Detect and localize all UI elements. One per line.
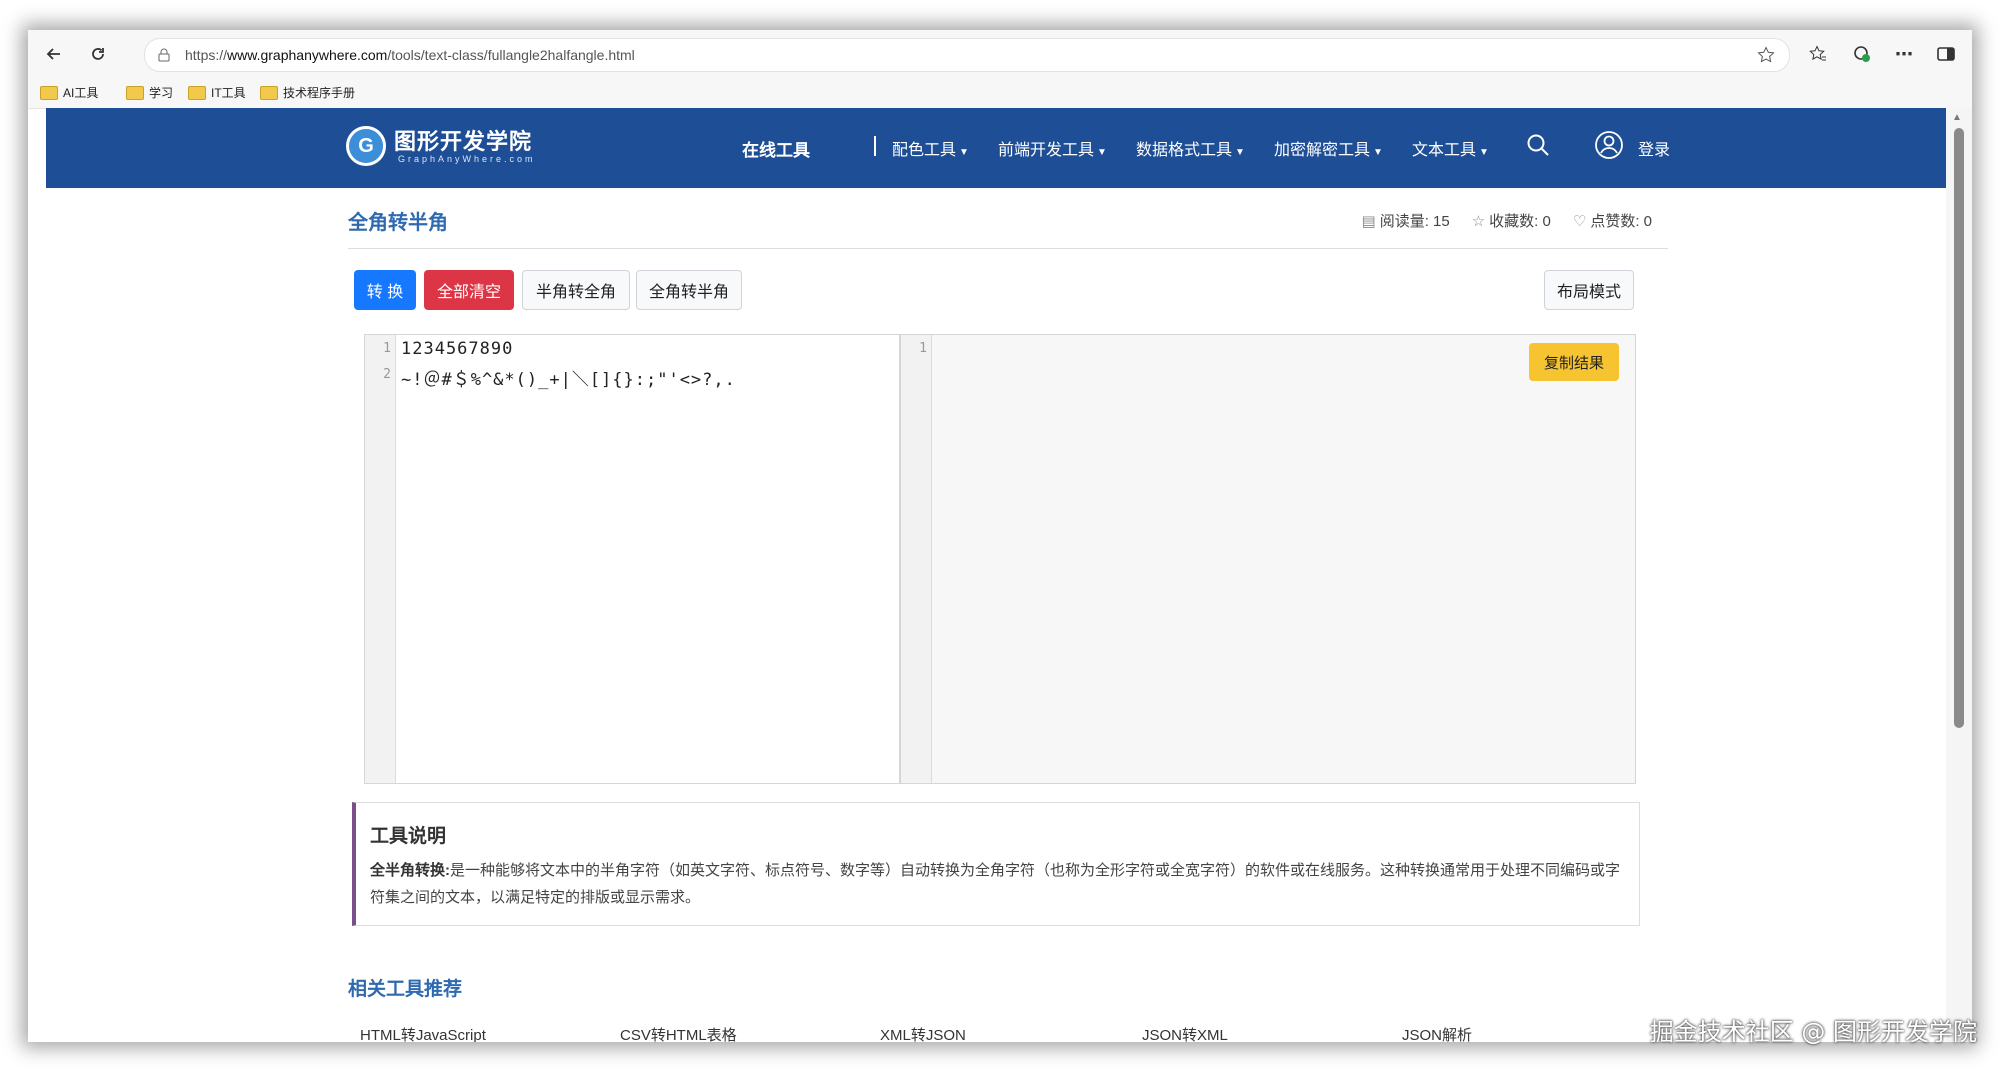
page-stats: ▤ 阅读量: 15 ☆ 收藏数: 0 ♡ 点赞数: 0 (1362, 210, 1653, 231)
description-title: 工具说明 (370, 826, 447, 847)
folder-icon (260, 85, 278, 100)
search-icon[interactable] (1526, 133, 1550, 157)
related-tool-link[interactable]: CSV转HTML表格 (620, 1024, 737, 1042)
page-title: 全角转半角 (348, 212, 448, 234)
scrollbar-thumb[interactable] (1954, 128, 1964, 728)
caret-down-icon: ▼ (959, 147, 969, 158)
layout-mode-button[interactable]: 布局模式 (1544, 270, 1634, 310)
line-number: 2 (383, 367, 391, 382)
clear-all-button[interactable]: 全部清空 (424, 270, 514, 310)
read-count: ▤ 阅读量: 15 (1361, 213, 1450, 230)
menu-dataformat-tools[interactable]: 数据格式工具 ▼ (1136, 136, 1245, 160)
extension-icon[interactable] (1848, 40, 1876, 68)
site-header: G 图形开发学院 GraphAnyWhere.com 在线工具 配色工具 ▼ 前端… (46, 108, 1946, 188)
like-count[interactable]: ♡ 点赞数: 0 (1573, 210, 1652, 231)
lock-icon (158, 48, 170, 62)
line-number-gutter: 1 (901, 335, 932, 783)
related-tool-link[interactable]: JSON解析 (1402, 1024, 1472, 1042)
login-link[interactable]: 登录 (1638, 136, 1670, 160)
line-number: 1 (919, 341, 927, 356)
bookmark-it-tools[interactable]: IT工具 (188, 84, 246, 101)
logo-icon[interactable]: G (346, 126, 386, 166)
related-tool-link[interactable]: JSON转XML (1142, 1024, 1228, 1042)
menu-color-tools[interactable]: 配色工具 ▼ (892, 136, 969, 160)
folder-icon (126, 85, 144, 100)
related-tools-title: 相关工具推荐 (348, 979, 463, 1000)
menu-crypto-tools[interactable]: 加密解密工具 ▼ (1274, 136, 1383, 160)
menu-text-tools[interactable]: 文本工具 ▼ (1412, 136, 1489, 160)
user-icon[interactable] (1594, 130, 1624, 160)
more-icon[interactable]: ⋯ (1890, 40, 1918, 68)
caret-down-icon: ▼ (1097, 147, 1107, 158)
star-outline-icon: ☆ (1471, 213, 1486, 230)
scroll-up-icon[interactable]: ▲ (1952, 112, 1962, 123)
watermark: 掘金技术社区 @ 图形开发学院 (1649, 1018, 1977, 1046)
caret-down-icon: ▼ (1373, 147, 1383, 158)
line-number-gutter: 1 2 (365, 335, 396, 783)
browser-window: https://www.graphanywhere.com/tools/text… (28, 30, 1972, 1042)
book-icon: ▤ (1361, 213, 1376, 230)
page-scrollbar[interactable]: ▲ (1946, 108, 1972, 1042)
related-tool-link[interactable]: XML转JSON (880, 1024, 966, 1042)
caret-down-icon: ▼ (1479, 147, 1489, 158)
description-body: 全半角转换:是一种能够将文本中的半角字符（如英文字符、标点符号、数字等）自动转换… (370, 862, 1621, 906)
copy-result-button[interactable]: 复制结果 (1529, 343, 1619, 381)
convert-button[interactable]: 转 换 (354, 270, 416, 310)
input-editor[interactable]: 1 2 1234567890 ~!＠#＄%^&*()_+|＼[]{}:;"'<>… (364, 334, 900, 784)
full-to-half-button[interactable]: 全角转半角 (636, 270, 742, 310)
heart-icon: ♡ (1572, 213, 1587, 230)
line-number: 1 (383, 341, 391, 356)
folder-icon (188, 85, 206, 100)
sidebar-icon[interactable] (1932, 40, 1960, 68)
back-icon[interactable] (40, 40, 68, 68)
star-icon[interactable] (1757, 46, 1775, 64)
logo-subtitle: GraphAnyWhere.com (398, 154, 536, 164)
editor-line: ~!＠#＄%^&*()_+|＼[]{}:;"'<>?,. (401, 370, 736, 390)
reload-icon[interactable] (84, 40, 112, 68)
editor-line: 1234567890 (401, 339, 514, 359)
tool-description: 工具说明 全半角转换:是一种能够将文本中的半角字符（如英文字符、标点符号、数字等… (352, 802, 1640, 926)
output-editor[interactable]: 1 复制结果 (900, 334, 1636, 784)
title-divider (348, 248, 1668, 249)
menu-divider (874, 136, 876, 156)
favorites-icon[interactable] (1804, 40, 1832, 68)
folder-icon (40, 85, 58, 100)
bookmark-study[interactable]: 学习 (126, 84, 173, 101)
logo-text[interactable]: 图形开发学院 (394, 124, 532, 156)
address-bar-row: https://www.graphanywhere.com/tools/text… (28, 30, 1972, 78)
url-text: https://www.graphanywhere.com/tools/text… (185, 47, 635, 63)
menu-frontend-tools[interactable]: 前端开发工具 ▼ (998, 136, 1107, 160)
favorite-count[interactable]: ☆ 收藏数: 0 (1472, 210, 1551, 231)
address-bar[interactable]: https://www.graphanywhere.com/tools/text… (144, 38, 1790, 72)
half-to-full-button[interactable]: 半角转全角 (522, 270, 630, 310)
menu-online-tools[interactable]: 在线工具 (742, 136, 810, 161)
related-tool-link[interactable]: HTML转JavaScript (360, 1024, 486, 1042)
bookmarks-bar: AI工具 学习 IT工具 技术程序手册 (28, 78, 1972, 109)
bookmark-ai-tools[interactable]: AI工具 (40, 84, 98, 101)
bookmark-tech-manual[interactable]: 技术程序手册 (260, 84, 355, 101)
caret-down-icon: ▼ (1235, 147, 1245, 158)
